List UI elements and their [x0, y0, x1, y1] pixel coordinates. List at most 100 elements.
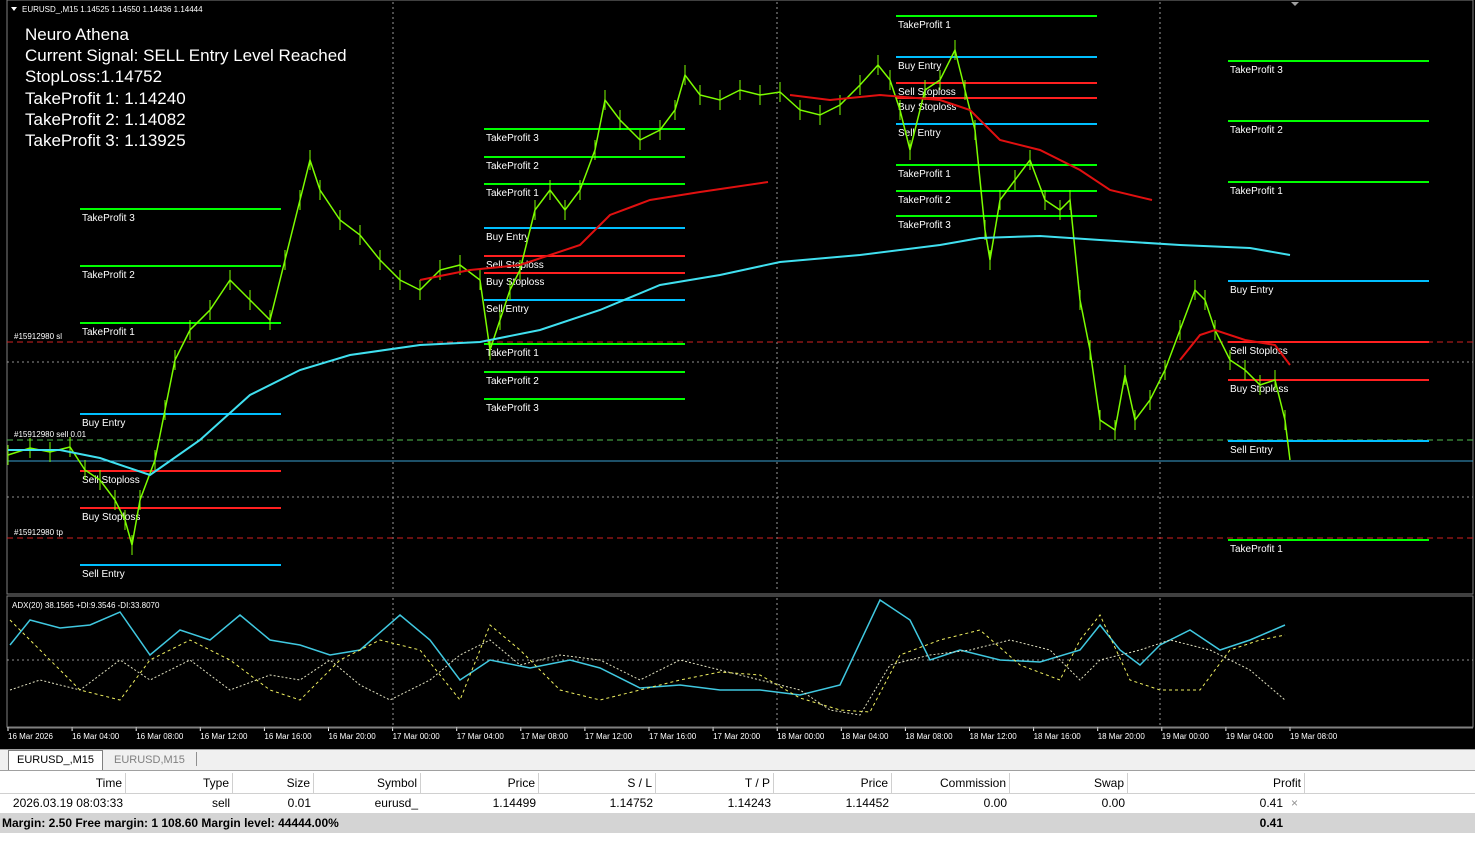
indicator-title: Neuro Athena: [25, 25, 130, 44]
time-axis-label: 18 Mar 08:00: [905, 732, 953, 741]
level-label-tp1: TakeProfit 1: [898, 169, 951, 180]
col-tp[interactable]: T / P: [656, 773, 774, 793]
level-label-buy_entry: Buy Entry: [82, 418, 125, 429]
indicator-tp1: TakeProfit 1: 1.14240: [25, 89, 186, 108]
chart-window[interactable]: #15912980 sl #15912980 sell 0.01 #15912980…: [0, 0, 1475, 749]
level-label-tp2: TakeProfit 2: [898, 195, 951, 206]
time-axis-label: 18 Mar 12:00: [970, 732, 1018, 741]
col-symbol[interactable]: Symbol: [314, 773, 421, 793]
order-tp-label: #15912980 tp: [14, 528, 63, 537]
col-swap[interactable]: Swap: [1010, 773, 1128, 793]
cell-tp: 1.14243: [727, 796, 771, 810]
margin-summary: Margin: 2.50 Free margin: 1 108.60 Margi…: [2, 816, 339, 830]
col-price[interactable]: Price: [774, 773, 892, 793]
col-sl[interactable]: S / L: [539, 773, 656, 793]
level-label-sell_entry: Sell Entry: [82, 569, 125, 580]
indicator-stoploss: StopLoss:1.14752: [25, 67, 162, 86]
time-axis-label: 17 Mar 16:00: [649, 732, 697, 741]
cell-symbol: eurusd_: [374, 796, 418, 810]
chart-menu-icon: [11, 7, 17, 11]
level-label-tp1: TakeProfit 1: [1230, 186, 1283, 197]
time-axis-label: 19 Mar 04:00: [1226, 732, 1274, 741]
time-axis-label: 17 Mar 00:00: [393, 732, 441, 741]
minus-di-line: [9, 614, 1286, 713]
time-axis-label: 17 Mar 08:00: [521, 732, 569, 741]
level-label-buy_entry: Buy Entry: [486, 232, 529, 243]
level-label-tp3: TakeProfit 3: [1230, 65, 1283, 76]
time-axis-label: 16 Mar 12:00: [200, 732, 248, 741]
level-label-tp1: TakeProfit 1: [486, 188, 539, 199]
time-axis-label: 17 Mar 12:00: [585, 732, 633, 741]
level-label-tp2: TakeProfit 2: [486, 376, 539, 387]
time-axis-label: 16 Mar 2026: [8, 732, 53, 741]
order-sl-label: #15912980 sl: [14, 332, 62, 341]
level-label-buy_stoploss: Buy Stoploss: [82, 512, 140, 523]
level-label-tp2: TakeProfit 2: [1230, 125, 1283, 136]
col-open-price[interactable]: Price: [421, 773, 539, 793]
adx-pane-border: [6, 595, 1474, 728]
level-label-tp1: TakeProfit 1: [898, 20, 951, 31]
col-time[interactable]: Time: [0, 773, 126, 793]
indicator-signal: Current Signal: SELL Entry Level Reached: [25, 46, 347, 65]
chart-header: EURUSD_,M15 1.14525 1.14550 1.14436 1.14…: [22, 5, 203, 14]
fast-ma-line-1: [419, 181, 769, 281]
level-label-tp2: TakeProfit 2: [486, 161, 539, 172]
time-axis-label: 16 Mar 08:00: [136, 732, 184, 741]
time-axis-label: 19 Mar 08:00: [1290, 732, 1338, 741]
indicator-tp2: TakeProfit 2: 1.14082: [25, 110, 186, 129]
col-size[interactable]: Size: [233, 773, 314, 793]
col-type[interactable]: Type: [126, 773, 233, 793]
cell-sl: 1.14752: [609, 796, 653, 810]
level-label-tp3: TakeProfit 3: [486, 403, 539, 414]
time-axis-label: 16 Mar 20:00: [329, 732, 377, 741]
time-axis-label: 16 Mar 04:00: [72, 732, 120, 741]
time-axis-label: 18 Mar 20:00: [1098, 732, 1146, 741]
col-commission[interactable]: Commission: [892, 773, 1010, 793]
level-label-sell_entry: Sell Entry: [1230, 445, 1273, 456]
level-label-tp1: TakeProfit 1: [82, 327, 135, 338]
cell-size: 0.01: [287, 796, 311, 810]
level-label-tp1: TakeProfit 1: [1230, 544, 1283, 555]
col-profit[interactable]: Profit: [1128, 773, 1305, 793]
account-summary: Margin: 2.50 Free margin: 1 108.60 Margi…: [0, 813, 1475, 833]
price-chart[interactable]: #15912980 sl #15912980 sell 0.01 #15912980…: [0, 0, 1475, 749]
level-label-buy_stoploss: Buy Stoploss: [898, 102, 956, 113]
adx-header: ADX(20) 38.1565 +DI:9.3546 -DI:33.8070: [12, 601, 160, 610]
slow-ma-line: [8, 234, 1291, 477]
level-label-sell_stoploss: Sell Stoploss: [82, 475, 140, 486]
table-row[interactable]: 2026.03.19 08:03:33 sell 0.01 eurusd_ 1.…: [0, 793, 1475, 813]
level-label-tp3: TakeProfit 3: [486, 133, 539, 144]
chart-shift-icon: [1291, 2, 1299, 6]
level-label-tp2: TakeProfit 2: [82, 270, 135, 281]
cell-price: 1.14452: [845, 796, 889, 810]
level-label-tp3: TakeProfit 3: [82, 213, 135, 224]
level-label-buy_entry: Buy Entry: [1230, 285, 1273, 296]
level-label-buy_stoploss: Buy Stoploss: [1230, 384, 1288, 395]
tab-eurusd-underscore-m15[interactable]: EURUSD_,M15: [8, 750, 104, 770]
time-axis-label: 19 Mar 00:00: [1162, 732, 1210, 741]
time-axis-label: 18 Mar 16:00: [1034, 732, 1082, 741]
cell-commission: 0.00: [983, 796, 1007, 810]
time-axis-label: 17 Mar 20:00: [713, 732, 761, 741]
tab-eurusd-m15[interactable]: EURUSD,M15: [106, 751, 193, 769]
adx-line: [9, 598, 1286, 696]
time-axis-label: 17 Mar 04:00: [457, 732, 505, 741]
tab-divider: [196, 752, 197, 766]
order-label: #15912980 sell 0.01: [14, 430, 87, 439]
level-label-tp1: TakeProfit 1: [486, 348, 539, 359]
level-label-sell_entry: Sell Entry: [486, 304, 529, 315]
cell-profit: 0.41: [1259, 796, 1283, 810]
total-profit: 0.41: [1259, 816, 1283, 830]
cell-type: sell: [211, 796, 230, 810]
time-axis-label: 18 Mar 00:00: [777, 732, 825, 741]
cell-swap: 0.00: [1101, 796, 1125, 810]
table-header: Time Type Size Symbol Price S / L T / P …: [0, 773, 1475, 794]
level-label-buy_entry: Buy Entry: [898, 61, 941, 72]
cell-open-price: 1.14499: [492, 796, 536, 810]
level-label-tp3: TakeProfit 3: [898, 220, 951, 231]
time-axis-label: 18 Mar 04:00: [841, 732, 889, 741]
close-position-icon[interactable]: ×: [1291, 793, 1298, 813]
indicator-tp3: TakeProfit 3: 1.13925: [25, 131, 186, 150]
cell-time: 2026.03.19 08:03:33: [12, 796, 123, 810]
fast-ma-line-2: [789, 93, 1153, 201]
